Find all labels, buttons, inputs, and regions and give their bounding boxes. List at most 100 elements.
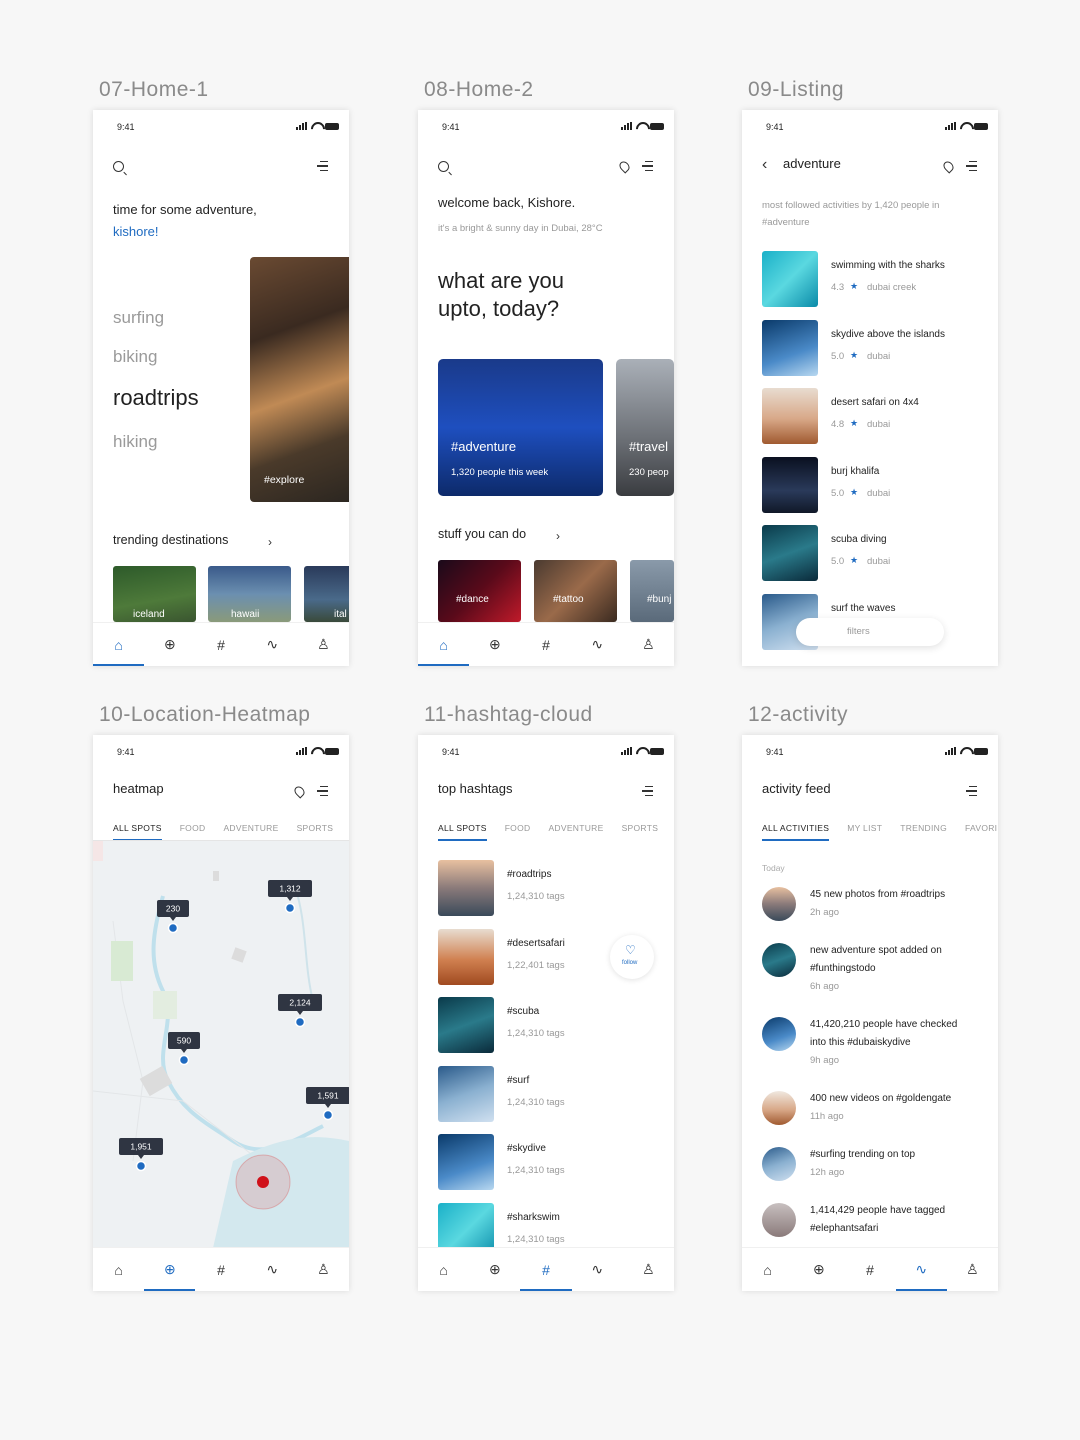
profile-icon[interactable]: ♙ bbox=[298, 1248, 349, 1291]
hashtag-item[interactable]: #roadtrips 1,24,310 tags bbox=[438, 860, 598, 916]
explore-card[interactable]: #explore bbox=[250, 257, 349, 502]
activity-item[interactable]: 45 new photos from #roadtrips 2h ago bbox=[762, 885, 982, 945]
activity-text: #surfing trending on top bbox=[810, 1149, 916, 1160]
search-icon[interactable] bbox=[438, 161, 449, 172]
crosshair-icon[interactable]: ⊕ bbox=[469, 623, 520, 666]
marker-count: 1,951 bbox=[130, 1142, 152, 1152]
home-icon[interactable]: ⌂ bbox=[742, 1248, 793, 1291]
profile-icon[interactable]: ♙ bbox=[298, 623, 349, 666]
listing-item[interactable]: scuba diving 5.0 ★ dubai bbox=[762, 525, 982, 581]
hashtag-icon[interactable]: # bbox=[520, 623, 571, 666]
tab-adventure[interactable]: ADVENTURE bbox=[223, 823, 278, 841]
listing-subtitle: most followed activities by 1,420 people… bbox=[762, 200, 940, 228]
activity-option-surfing[interactable]: surfing bbox=[113, 308, 164, 328]
chevron-right-icon[interactable]: › bbox=[556, 529, 560, 543]
hashtag-item[interactable]: #desertsafari 1,22,401 tags bbox=[438, 928, 598, 985]
stuff-card[interactable]: #dance bbox=[438, 560, 521, 622]
home-icon[interactable]: ⌂ bbox=[418, 623, 470, 666]
activity-item[interactable]: #surfing trending on top 12h ago bbox=[762, 1145, 982, 1205]
chevron-right-icon[interactable]: › bbox=[268, 535, 272, 549]
listing-item[interactable]: swimming with the sharks 4.3 ★ dubai creek bbox=[762, 251, 982, 307]
activity-icon[interactable]: ∿ bbox=[247, 1248, 298, 1291]
tab-my-list[interactable]: MY LIST bbox=[847, 823, 882, 841]
heatmap-marker[interactable]: 1,951 bbox=[119, 1138, 163, 1172]
activity-option-roadtrips[interactable]: roadtrips bbox=[113, 385, 199, 411]
location-pin-icon[interactable] bbox=[941, 159, 956, 174]
location-pin-icon[interactable] bbox=[617, 159, 632, 174]
back-icon[interactable]: ‹ bbox=[762, 156, 767, 174]
listing-item[interactable]: burj khalifa 5.0 ★ dubai bbox=[762, 456, 982, 513]
stuff-label[interactable]: stuff you can do bbox=[438, 527, 526, 541]
activity-icon[interactable]: ∿ bbox=[572, 1248, 623, 1291]
signal-icon bbox=[621, 122, 632, 130]
heatmap-marker[interactable]: 1,312 bbox=[268, 880, 312, 914]
hashtag-card[interactable]: #travel 230 peop bbox=[616, 359, 674, 496]
menu-icon[interactable] bbox=[966, 161, 977, 171]
heatmap-map[interactable]: 230 1,312 2,124 590 1,591 1,951 bbox=[93, 840, 349, 1247]
destination-card[interactable]: iceland bbox=[113, 566, 196, 622]
hashtag-icon[interactable]: # bbox=[195, 1248, 246, 1291]
destination-card[interactable]: hawaii bbox=[208, 566, 291, 622]
hashtag-card[interactable]: #adventure 1,320 people this week bbox=[438, 359, 603, 496]
profile-icon[interactable]: ♙ bbox=[623, 623, 674, 666]
activity-option-hiking[interactable]: hiking bbox=[113, 432, 157, 452]
listing-item[interactable]: desert safari on 4x4 4.8 ★ dubai bbox=[762, 388, 982, 444]
crosshair-icon[interactable]: ⊕ bbox=[793, 1248, 844, 1291]
search-icon[interactable] bbox=[113, 161, 124, 172]
crosshair-icon[interactable]: ⊕ bbox=[144, 1248, 196, 1291]
profile-icon[interactable]: ♙ bbox=[623, 1248, 674, 1291]
hashtag-icon[interactable]: # bbox=[195, 623, 246, 666]
menu-icon[interactable] bbox=[317, 161, 328, 171]
activity-icon[interactable]: ∿ bbox=[247, 623, 298, 666]
hashtag-item[interactable]: #surf 1,24,310 tags bbox=[438, 1065, 598, 1122]
stuff-card[interactable]: #tattoo bbox=[534, 560, 617, 622]
listing-item[interactable]: skydive above the islands 5.0 ★ dubai bbox=[762, 319, 982, 376]
listing-name: skydive above the islands bbox=[831, 328, 945, 340]
activity-item[interactable]: 41,420,210 people have checked into this … bbox=[762, 1015, 982, 1075]
tab-food[interactable]: FOOD bbox=[180, 823, 206, 841]
heatmap-marker[interactable]: 230 bbox=[157, 900, 189, 934]
hashtag-item[interactable]: #skydive 1,24,310 tags bbox=[438, 1134, 598, 1190]
hashtag-icon[interactable]: # bbox=[844, 1248, 895, 1291]
tab-trending[interactable]: TRENDING bbox=[900, 823, 947, 841]
activity-icon[interactable]: ∿ bbox=[895, 1248, 948, 1291]
menu-icon[interactable] bbox=[642, 161, 653, 171]
tab-sports[interactable]: SPORTS bbox=[297, 823, 334, 841]
trending-label[interactable]: trending destinations bbox=[113, 533, 228, 547]
filters-button[interactable]: filters bbox=[796, 618, 944, 646]
heatmap-marker[interactable]: 590 bbox=[168, 1032, 200, 1066]
tab-adventure[interactable]: ADVENTURE bbox=[548, 823, 603, 841]
tab-food[interactable]: FOOD bbox=[505, 823, 531, 841]
destination-card[interactable]: ital bbox=[304, 566, 349, 622]
activity-item[interactable]: 400 new videos on #goldengate 11h ago bbox=[762, 1089, 982, 1149]
home-icon[interactable]: ⌂ bbox=[93, 1248, 144, 1291]
follow-button[interactable]: ♡ follow bbox=[610, 935, 654, 979]
tab-favorites[interactable]: FAVORI bbox=[965, 823, 997, 841]
activity-option-biking[interactable]: biking bbox=[113, 347, 157, 367]
destination-label: iceland bbox=[133, 609, 165, 620]
current-location-dot[interactable] bbox=[257, 1176, 269, 1188]
heatmap-marker[interactable]: 2,124 bbox=[278, 994, 322, 1028]
crosshair-icon[interactable]: ⊕ bbox=[469, 1248, 520, 1291]
tab-all-spots[interactable]: ALL SPOTS bbox=[113, 823, 162, 841]
tab-all-activities[interactable]: ALL ACTIVITIES bbox=[762, 823, 830, 841]
home-icon[interactable]: ⌂ bbox=[93, 623, 145, 666]
status-bar: 9:41 bbox=[442, 122, 664, 134]
heatmap-marker[interactable]: 1,591 bbox=[306, 1087, 349, 1121]
home-icon[interactable]: ⌂ bbox=[418, 1248, 469, 1291]
menu-icon[interactable] bbox=[317, 786, 328, 796]
hashtag-card-title: #travel bbox=[629, 439, 669, 454]
hashtag-item[interactable]: #scuba 1,24,310 tags bbox=[438, 997, 598, 1053]
activity-text: 41,420,210 people have checked bbox=[810, 1019, 958, 1030]
menu-icon[interactable] bbox=[642, 786, 653, 796]
activity-icon[interactable]: ∿ bbox=[572, 623, 623, 666]
tab-sports[interactable]: SPORTS bbox=[622, 823, 659, 841]
tab-all-spots[interactable]: ALL SPOTS bbox=[438, 823, 487, 841]
hashtag-icon[interactable]: # bbox=[520, 1248, 572, 1291]
profile-icon[interactable]: ♙ bbox=[947, 1248, 998, 1291]
crosshair-icon[interactable]: ⊕ bbox=[144, 623, 195, 666]
location-pin-icon[interactable] bbox=[292, 784, 307, 799]
menu-icon[interactable] bbox=[966, 786, 977, 796]
activity-item[interactable]: new adventure spot added on #funthingstod… bbox=[762, 941, 982, 1001]
stuff-card[interactable]: #bunj bbox=[630, 560, 674, 622]
